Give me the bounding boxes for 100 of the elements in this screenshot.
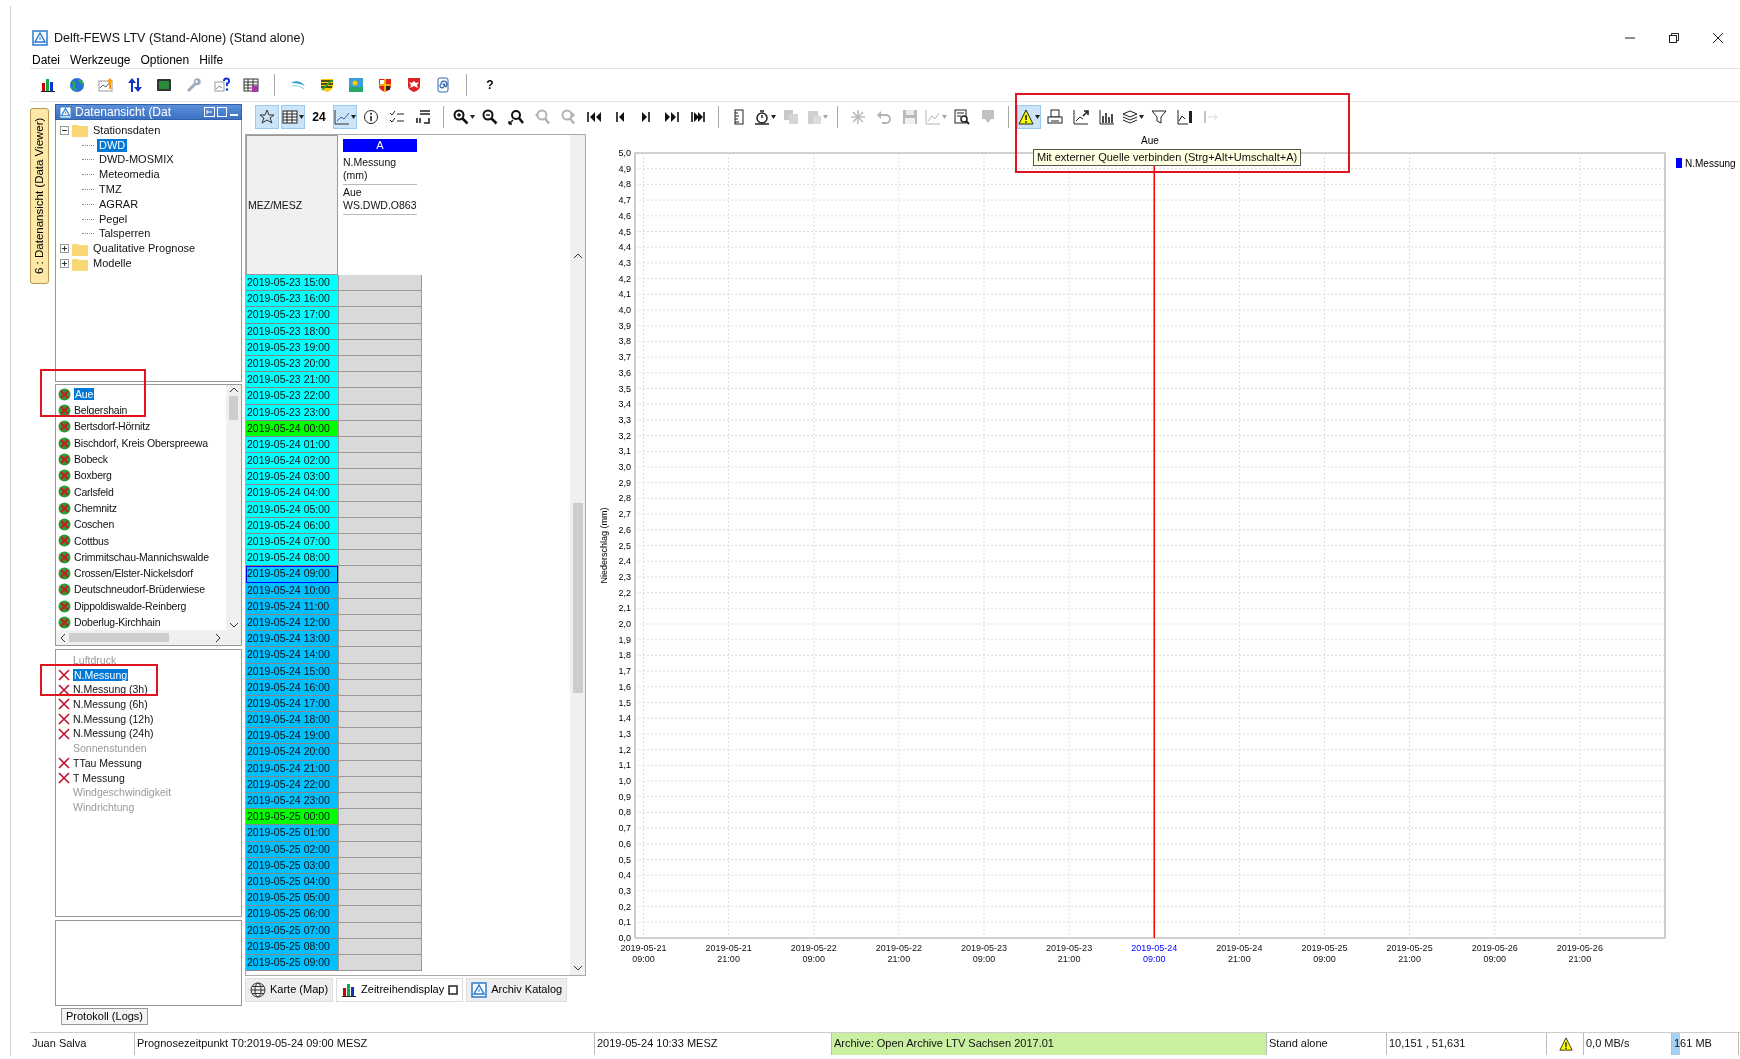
toolbar-button[interactable] <box>255 105 279 129</box>
time-cell: 2019-05-24 08:00 <box>246 550 338 567</box>
y-tick-label: 1,6 <box>618 681 631 692</box>
station-item[interactable]: Deutschneudorf-Brüderwiese <box>74 583 205 596</box>
y-tick-label: 5,0 <box>618 148 631 158</box>
view-tab[interactable]: Karte (Map) <box>245 978 334 1002</box>
menu-item[interactable]: Hilfe <box>199 52 224 68</box>
bar-chart-icon <box>1099 109 1115 125</box>
toolbar-button[interactable] <box>1017 105 1041 129</box>
filter-icon <box>1151 109 1167 125</box>
caret-icon <box>1139 115 1144 119</box>
y-tick-label: 1,2 <box>618 744 631 755</box>
x-tick-label: 2019-05-26 09:00 <box>1471 943 1518 964</box>
scroll-up-icon[interactable] <box>573 253 582 258</box>
checklist-icon <box>389 109 405 125</box>
station-item[interactable]: Dippoldiswalde-Reinberg <box>74 599 187 613</box>
scroll-thumb[interactable] <box>229 396 238 420</box>
landscape-icon <box>348 77 364 93</box>
station-icon <box>58 452 71 466</box>
toolbar-button[interactable]: ? <box>478 73 502 97</box>
scroll-thumb[interactable] <box>572 503 583 693</box>
tree-item[interactable]: Pegel <box>97 212 130 226</box>
station-item[interactable]: Bobeck <box>74 453 108 466</box>
chart-legend-icon <box>1177 109 1193 125</box>
sparkle-icon <box>850 109 866 125</box>
station-item[interactable]: Carlsfeld <box>74 485 114 499</box>
parameter-item[interactable]: N.Messung (3h) <box>73 683 148 696</box>
station-icon <box>58 599 71 613</box>
archive-status: Archive: Open Archive LTV Sachsen 2017.01 <box>832 1033 1267 1055</box>
station-item[interactable]: Doberlug-Kirchhain <box>74 616 161 629</box>
scroll-up-icon[interactable] <box>229 387 238 392</box>
copy-icon <box>783 109 799 125</box>
table-icon <box>243 77 259 93</box>
bar-chart-icon <box>40 77 56 93</box>
tree-item[interactable]: Modelle <box>91 256 134 271</box>
collapse-icon[interactable] <box>60 125 69 135</box>
station-item[interactable]: Coschen <box>74 518 115 531</box>
time-cell: 2019-05-24 07:00 <box>246 534 338 551</box>
scroll-left-icon[interactable] <box>60 633 65 642</box>
x-tick-label: 2019-05-21 09:00 <box>620 943 667 964</box>
station-item[interactable]: Crimmitschau-Mannichswalde <box>74 550 209 564</box>
station-icon <box>58 583 71 597</box>
time-cell: 2019-05-24 04:00 <box>246 485 338 502</box>
globe-icon <box>69 77 85 93</box>
tree-item[interactable]: TMZ <box>97 183 124 197</box>
y-tick-label: 2,0 <box>618 619 631 629</box>
y-tick-label: 3,7 <box>618 352 631 363</box>
scroll-right-icon[interactable] <box>216 633 221 642</box>
parameter-item[interactable]: N.Messung (6h) <box>73 698 148 711</box>
expand-icon[interactable] <box>60 259 69 269</box>
menu-item[interactable]: Datei <box>32 52 60 68</box>
scroll-down-icon[interactable] <box>229 623 238 629</box>
chart-edit-icon <box>925 109 941 125</box>
time-cell: 2019-05-23 17:00 <box>246 307 338 324</box>
tree-item[interactable]: Qualitative Prognose <box>91 242 198 256</box>
time-cell: 2019-05-24 23:00 <box>246 793 338 810</box>
parameter-item[interactable]: N.Messung <box>73 668 129 682</box>
station-item[interactable]: Boxberg <box>74 469 112 482</box>
station-item[interactable]: Chemnitz <box>74 501 117 515</box>
toolbar-button[interactable]: 24 <box>307 105 331 129</box>
view-tab[interactable]: Zeitreihendisplay <box>336 978 464 1002</box>
tree-item[interactable]: Stationsdaten <box>91 123 163 137</box>
toolbar-button[interactable] <box>281 105 305 129</box>
view-tab[interactable]: Archiv Katalog <box>466 978 568 1002</box>
station-icon <box>58 420 71 434</box>
y-tick-label: 3,9 <box>618 320 631 331</box>
printer-icon <box>1047 109 1063 125</box>
station-item[interactable]: Crossen/Elster-Nickelsdorf <box>74 567 194 580</box>
parameter-item[interactable]: T Messung <box>73 771 125 785</box>
menu-item[interactable]: Optionen <box>140 52 190 68</box>
cross-icon <box>58 683 70 696</box>
y-tick-label: 0,2 <box>618 901 631 912</box>
tree-item[interactable]: Meteomedia <box>97 168 162 182</box>
station-item[interactable]: Bischdorf, Kreis Oberspreewa <box>74 436 208 450</box>
zoom-back-icon <box>534 109 550 125</box>
parameter-item[interactable]: N.Messung (12h) <box>73 712 154 726</box>
cross-icon <box>58 771 70 784</box>
y-tick-label: 4,9 <box>618 163 631 174</box>
station-item[interactable]: Bertsdorf-Hörnitz <box>74 420 150 434</box>
menu-item[interactable]: Werkzeuge <box>70 52 131 68</box>
side-tab[interactable]: 6 : Datenansicht (Data Viewer) <box>30 108 49 284</box>
station-item[interactable]: Cottbus <box>74 534 109 548</box>
expand-icon[interactable] <box>60 244 69 254</box>
y-tick-label: 3,0 <box>618 462 631 472</box>
station-item[interactable]: Belgershain <box>74 404 128 417</box>
station-icon <box>58 534 71 548</box>
tree-item[interactable]: DWD <box>97 138 128 152</box>
parameter-item[interactable]: TTau Messung <box>73 756 142 770</box>
log-tab[interactable]: Protokoll (Logs) <box>61 1008 149 1026</box>
tree-item[interactable]: DWD-MOSMIX <box>97 153 176 167</box>
y-tick-label: 3,3 <box>618 414 631 425</box>
scroll-down-icon[interactable] <box>573 966 582 971</box>
caret-icon <box>823 115 828 119</box>
tree-item[interactable]: AGRAR <box>97 197 141 211</box>
station-item[interactable]: Aue <box>74 387 95 401</box>
y-tick-label: 1,5 <box>618 697 631 708</box>
y-tick-label: 4,4 <box>618 242 631 253</box>
scroll-thumb[interactable] <box>69 633 169 643</box>
parameter-item[interactable]: N.Messung (24h) <box>73 727 154 741</box>
tree-item[interactable]: Talsperren <box>97 227 153 241</box>
